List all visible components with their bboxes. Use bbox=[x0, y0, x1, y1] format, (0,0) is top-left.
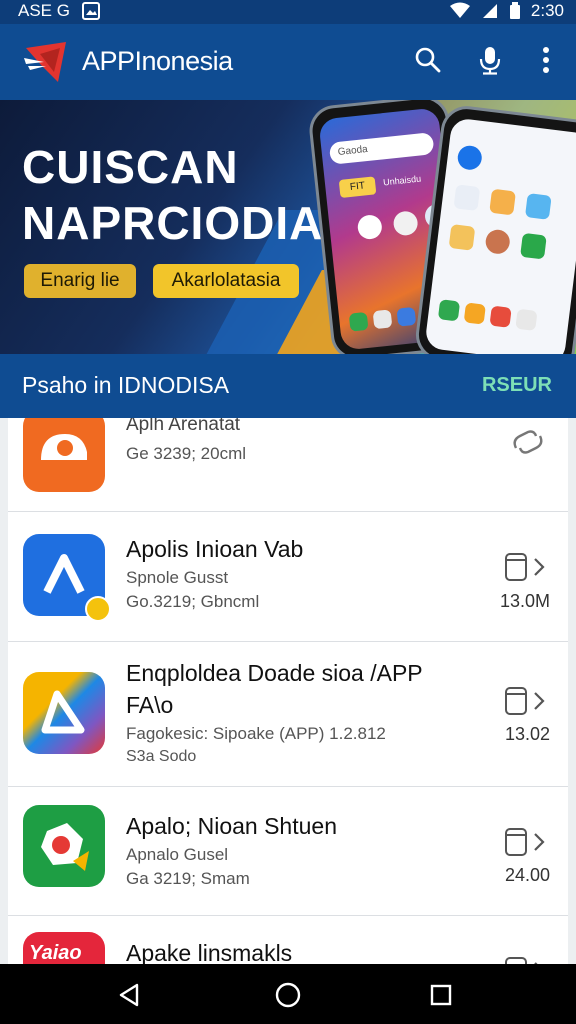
app-tile-icon bbox=[448, 223, 476, 251]
battery-icon bbox=[509, 2, 520, 19]
app-meta: Go.3219; Gbncml bbox=[126, 592, 260, 611]
green-app-icon bbox=[23, 805, 105, 887]
home-button[interactable] bbox=[273, 980, 303, 1010]
list-item[interactable]: Aplh Arenatat Ge 3239; 20cml bbox=[8, 418, 568, 512]
app-tile-icon bbox=[356, 213, 383, 241]
app-tile-icon bbox=[437, 299, 461, 322]
phone-screen bbox=[424, 117, 576, 354]
app-logo-icon bbox=[24, 42, 66, 82]
install-button[interactable] bbox=[496, 552, 546, 582]
app-tile-icon bbox=[372, 309, 393, 330]
chevron-right-icon bbox=[534, 692, 545, 710]
banner-tag-button[interactable]: Enarig lie bbox=[24, 264, 136, 298]
chevron-right-icon bbox=[534, 833, 545, 851]
banner-title-line1: CUISCAN bbox=[22, 141, 239, 193]
phone-search-bar: Gaoda bbox=[328, 132, 435, 165]
app-tile-icon bbox=[489, 188, 516, 216]
banner-tag-button[interactable]: Akarlolatasia bbox=[153, 264, 299, 298]
app-tile-icon bbox=[453, 184, 481, 212]
section-more-link[interactable]: RSEUR bbox=[482, 374, 552, 397]
section-header: Psaho in IDNODISA RSEUR bbox=[0, 354, 576, 418]
search-button[interactable] bbox=[412, 44, 444, 76]
phone-download-icon bbox=[505, 957, 527, 964]
app-tile-icon bbox=[396, 306, 417, 327]
app-developer: Fagokesic: Sipoake (APP) 1.2.812 bbox=[126, 724, 386, 743]
app-tile-icon bbox=[456, 144, 484, 172]
section-title: Psaho in IDNODISA bbox=[22, 372, 230, 398]
app-tile-icon bbox=[520, 232, 547, 260]
app-name: Enqploldea Doade sioa /APP bbox=[126, 660, 423, 686]
app-list: Aplh Arenatat Ge 3239; 20cml Apolis Inio… bbox=[8, 418, 568, 964]
phone-download-icon bbox=[505, 828, 527, 856]
app-meta: Ga 3219; Smam bbox=[126, 869, 250, 888]
app-size: 24.00 bbox=[504, 865, 550, 885]
app-size: 13.02 bbox=[504, 724, 550, 744]
back-icon bbox=[119, 983, 139, 1007]
app-name: Apake linsmakls bbox=[126, 940, 293, 964]
app-developer: Apnalo Gusel bbox=[126, 845, 229, 864]
home-icon bbox=[275, 982, 301, 1008]
app-name: Apolis Inioan Vab bbox=[126, 536, 304, 562]
install-button[interactable] bbox=[496, 686, 546, 716]
app-tile-icon bbox=[515, 308, 538, 331]
phone-app-label: Unhaisdu bbox=[382, 173, 422, 188]
app-tile-icon bbox=[392, 210, 419, 237]
app-meta: S3a Sodo bbox=[126, 748, 197, 765]
red-app-icon-text: Yaiao bbox=[29, 942, 82, 964]
status-carrier-text: ASE G bbox=[18, 1, 70, 20]
red-app-icon: Yaiao bbox=[23, 932, 105, 964]
wifi-icon bbox=[449, 2, 470, 18]
install-button[interactable] bbox=[496, 956, 546, 964]
back-button[interactable] bbox=[114, 980, 144, 1010]
image-notification-icon bbox=[81, 2, 100, 20]
banner-title-line2: NAPRCIODIA bbox=[22, 197, 324, 249]
list-item[interactable]: Yaiao Apake linsmakls bbox=[8, 916, 568, 964]
app-developer: Spnole Gusst bbox=[126, 568, 229, 587]
app-tile-icon bbox=[524, 193, 552, 220]
list-item[interactable]: Enqploldea Doade sioa /APP FA\o Fagokesi… bbox=[8, 642, 568, 787]
app-tile-icon bbox=[484, 228, 512, 256]
install-button[interactable] bbox=[496, 827, 546, 857]
app-bar: APPInonesia bbox=[0, 24, 576, 100]
blue-a-app-icon bbox=[23, 534, 111, 622]
more-vert-icon bbox=[543, 47, 549, 73]
recents-button[interactable] bbox=[426, 980, 456, 1010]
app-tile-icon bbox=[489, 305, 512, 328]
recents-icon bbox=[430, 984, 452, 1006]
phone-download-icon bbox=[505, 687, 527, 715]
search-icon bbox=[415, 47, 441, 73]
list-item[interactable]: Apalo; Nioan Shtuen Apnalo Gusel Ga 3219… bbox=[8, 787, 568, 916]
app-size: 13.0M bbox=[499, 591, 550, 611]
app-tile-icon bbox=[463, 302, 486, 325]
badge-icon bbox=[85, 596, 111, 622]
status-bar: ASE G 2:30 bbox=[0, 0, 576, 24]
phone-badge: FIT bbox=[338, 176, 377, 199]
app-name: Aplh Arenatat bbox=[126, 418, 241, 435]
signal-icon bbox=[482, 4, 497, 18]
app-name: Apalo; Nioan Shtuen bbox=[126, 813, 337, 839]
system-nav-bar bbox=[0, 964, 576, 1024]
chevron-right-icon bbox=[534, 558, 545, 576]
mic-icon bbox=[479, 47, 501, 75]
app-meta: Ge 3239; 20cml bbox=[126, 444, 247, 463]
app-title: APPInonesia bbox=[82, 46, 233, 76]
more-options-button[interactable] bbox=[530, 44, 562, 76]
phone-download-icon bbox=[505, 553, 527, 581]
promo-banner[interactable]: CUISCAN NAPRCIODIA Enarig lie Akarlolata… bbox=[0, 100, 576, 354]
link-icon[interactable] bbox=[510, 426, 546, 458]
app-tile-icon bbox=[348, 311, 369, 332]
status-time: 2:30 bbox=[530, 1, 564, 20]
voice-search-button[interactable] bbox=[474, 44, 506, 76]
orange-app-icon bbox=[23, 418, 105, 492]
app-name-line2: FA\o bbox=[126, 692, 174, 718]
drive-app-icon bbox=[23, 672, 105, 754]
list-item[interactable]: Apolis Inioan Vab Spnole Gusst Go.3219; … bbox=[8, 512, 568, 642]
